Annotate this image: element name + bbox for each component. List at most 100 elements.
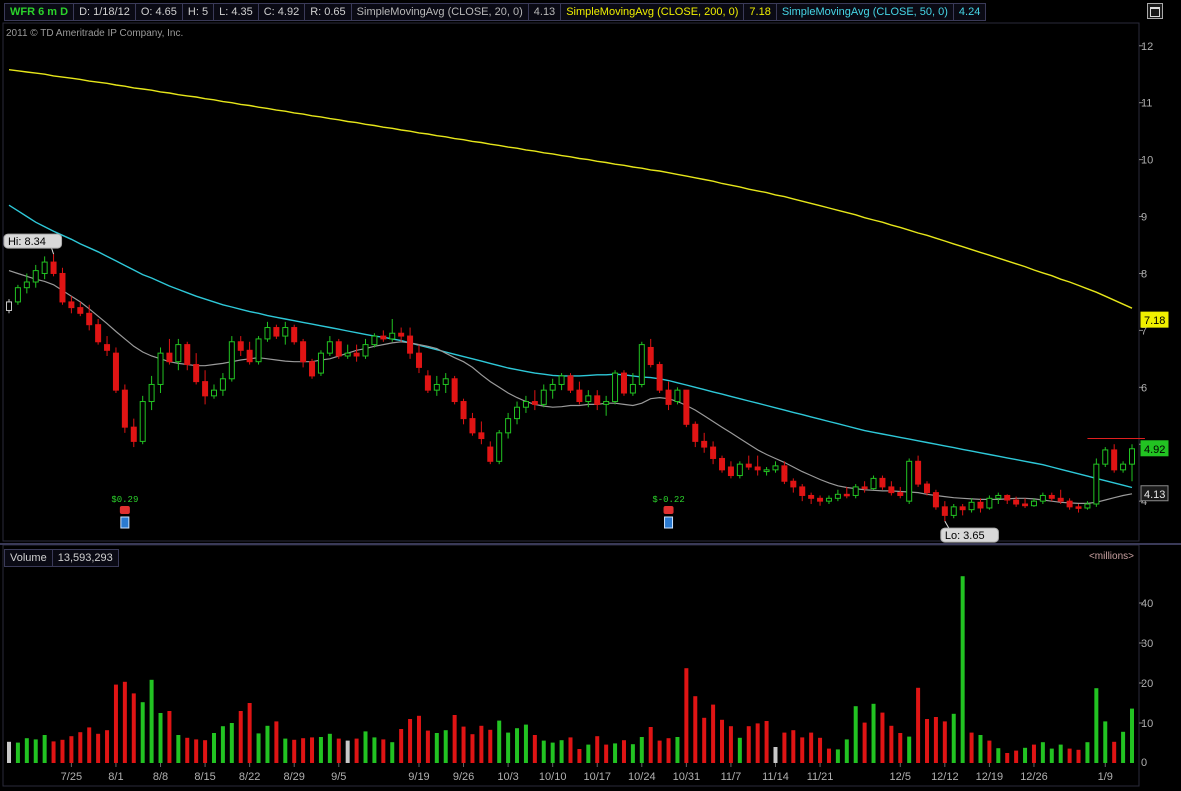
volume-axis-label: 30 (1141, 638, 1153, 650)
volume-bar (1014, 750, 1019, 763)
candle-body (888, 486, 895, 494)
candle-body (745, 463, 752, 468)
phone-icon (663, 506, 674, 514)
volume-bar (737, 737, 742, 763)
volume-bar (523, 724, 528, 763)
candle-body (496, 432, 503, 462)
candle-body (210, 389, 217, 397)
candle-body (915, 460, 922, 485)
volume-bar (559, 740, 564, 763)
candle-body (808, 494, 815, 499)
volume-bar (78, 732, 83, 763)
volume-bar (185, 737, 190, 763)
candle-body (656, 364, 663, 391)
volume-bar (497, 720, 502, 763)
volume-label[interactable]: Volume (5, 550, 53, 566)
candle-body (629, 383, 636, 394)
candle-body (415, 352, 422, 368)
volume-bar (764, 721, 769, 763)
candle-body (1066, 500, 1073, 508)
candle-body (326, 341, 333, 354)
volume-bar (568, 737, 573, 763)
volume-bar (113, 684, 118, 763)
maximize-icon[interactable] (1147, 3, 1163, 19)
candle-body (68, 301, 75, 309)
volume-bar (1058, 744, 1063, 763)
volume-bar (773, 747, 778, 763)
candle-body (540, 389, 547, 405)
candle-body (309, 361, 316, 377)
candle-body (237, 341, 244, 351)
volume-bar (639, 737, 644, 763)
date-axis-label: 12/12 (931, 771, 959, 783)
volume-bar (416, 715, 421, 763)
candle-body (549, 383, 556, 391)
price-volume-chart[interactable]: 4 5 6 7 8 9 10 11 12 10 20 30 40 0 7/25 8/1 8/8 8/15 8/22 8… (0, 0, 1181, 791)
date-axis-label: 8/29 (283, 771, 304, 783)
candle-body (282, 327, 289, 337)
ma50-study-value: 4.24 (958, 6, 981, 18)
volume-bar (131, 693, 136, 763)
volume-bar (7, 741, 11, 763)
candle-body (442, 378, 449, 385)
candle-body (1030, 500, 1037, 507)
candle-body (701, 440, 708, 448)
candle-body (219, 378, 226, 391)
ma20-study-value: 4.13 (529, 4, 562, 20)
volume-value: 13,593,293 (57, 552, 113, 564)
candle-body (1075, 506, 1082, 509)
price-panel-frame (2, 22, 1140, 542)
volume-bar (247, 703, 252, 763)
volume-bar (479, 725, 484, 763)
candle-body (1057, 497, 1064, 502)
volume-bar (470, 734, 475, 763)
volume-bar (711, 704, 716, 763)
date-axis-label: 8/22 (239, 771, 260, 783)
volume-bar (595, 736, 600, 763)
volume-bar (791, 730, 796, 763)
date-axis-label: 11/7 (721, 771, 742, 783)
price-axis-label: 12 (1141, 41, 1153, 53)
date-axis-label: 9/5 (331, 771, 346, 783)
volume-bar (835, 749, 840, 763)
volume-bar (604, 744, 609, 763)
candle-body (77, 307, 84, 314)
date-value: D: 1/18/12 (74, 4, 136, 20)
candle-body (487, 446, 494, 462)
ma20-study-label[interactable]: SimpleMovingAvg (CLOSE, 20, 0) (352, 4, 529, 20)
candle-body (32, 270, 39, 283)
volume-bar (149, 679, 154, 763)
volume-bar (987, 740, 992, 763)
volume-axis-label: 10 (1141, 718, 1153, 730)
candle-body (825, 497, 832, 502)
price-axis-label: 10 (1141, 155, 1153, 167)
candle-body (879, 477, 886, 488)
date-axis-label: 10/3 (497, 771, 518, 783)
volume-axis-label: 0 (1141, 757, 1147, 769)
symbol-label[interactable]: WFR 6 m D (5, 4, 75, 20)
candle-body (273, 327, 280, 337)
candle-body (638, 344, 645, 385)
candle-body (834, 493, 841, 499)
volume-bar (853, 706, 858, 763)
candle-body (228, 341, 235, 380)
volume-bar (746, 726, 751, 763)
volume-bar (577, 749, 582, 763)
volume-bar (336, 738, 341, 763)
volume-bar (1067, 748, 1072, 763)
volume-bar (506, 732, 511, 763)
volume-bar (310, 737, 315, 763)
volume-bar (434, 733, 439, 763)
candle-body (522, 401, 529, 408)
candle-body (959, 506, 966, 511)
phone-icon (119, 506, 130, 514)
candle-body (1084, 503, 1091, 509)
close-value: C: 4.92 (259, 4, 306, 20)
volume-bar (399, 729, 404, 763)
ma50-study-label[interactable]: SimpleMovingAvg (CLOSE, 50, 0) (777, 4, 954, 20)
low-label: Lo: 3.65 (945, 530, 985, 542)
ma200-study-label[interactable]: SimpleMovingAvg (CLOSE, 200, 0) (561, 4, 745, 20)
candle-body (139, 401, 146, 442)
candle-body (558, 375, 565, 385)
volume-bar (33, 739, 38, 763)
